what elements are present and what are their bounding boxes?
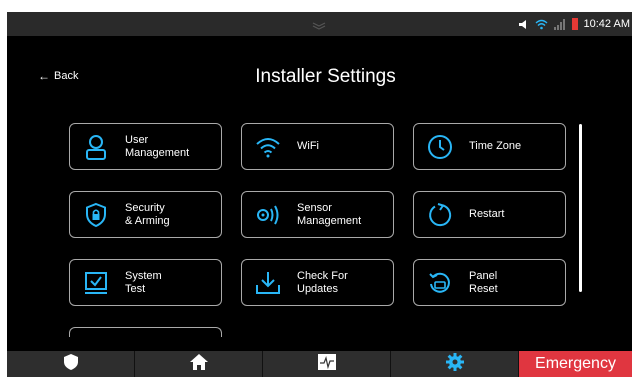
system-test-icon: [83, 270, 109, 296]
volume-icon: [518, 19, 529, 30]
wifi-icon: [535, 19, 548, 30]
tile-check-for-updates[interactable]: Check For Updates: [241, 259, 394, 306]
tile-label: Check For Updates: [297, 269, 348, 295]
nav-home-button[interactable]: [135, 351, 263, 377]
tile-label: Time Zone: [469, 140, 522, 152]
activity-icon: [317, 353, 336, 375]
nav-security-button[interactable]: [7, 351, 135, 377]
page-title: Installer Settings: [7, 66, 632, 88]
tile-label: Panel Reset: [469, 269, 498, 295]
tile-wifi[interactable]: WiFi: [241, 123, 394, 170]
nav-settings-button[interactable]: [391, 351, 519, 377]
panel-reset-icon: [427, 270, 453, 296]
emergency-button[interactable]: Emergency: [519, 351, 632, 377]
tile-user-management[interactable]: User Management: [69, 123, 222, 170]
download-icon: [255, 270, 281, 296]
status-indicators: 10:42 AM: [518, 17, 630, 31]
nav-activity-button[interactable]: [263, 351, 391, 377]
restart-icon: [427, 202, 453, 228]
tile-label: Restart: [469, 208, 505, 220]
tile-sensor-management[interactable]: Sensor Management: [241, 191, 394, 238]
user-icon: [83, 134, 109, 160]
page-title-text: Installer Settings: [255, 66, 396, 87]
tile-system-test[interactable]: System Test: [69, 259, 222, 306]
tile-label: Security & Arming: [125, 201, 170, 227]
status-bar: 10:42 AM: [7, 12, 632, 36]
sensor-icon: [255, 202, 281, 228]
bottom-nav: Emergency: [7, 351, 632, 377]
chevron-down-icon[interactable]: [311, 18, 327, 36]
tile-label: Sensor Management: [297, 201, 362, 227]
tile-label: WiFi: [297, 140, 319, 152]
tile-panel-reset[interactable]: Panel Reset: [413, 259, 566, 306]
tile-partial[interactable]: [69, 327, 222, 337]
tile-restart[interactable]: Restart: [413, 191, 566, 238]
screen: 10:42 AM ← Back Installer Settings User …: [7, 12, 632, 377]
wifi-icon: [255, 134, 281, 160]
shield-icon: [63, 353, 78, 375]
battery-low-icon: [571, 18, 578, 30]
gear-icon: [445, 352, 464, 376]
status-time: 10:42 AM: [583, 18, 630, 30]
tile-time-zone[interactable]: Time Zone: [413, 123, 566, 170]
home-icon: [189, 353, 208, 375]
emergency-label: Emergency: [535, 355, 616, 372]
tile-label: System Test: [125, 269, 162, 295]
signal-icon: [553, 18, 566, 30]
tile-label: User Management: [125, 133, 190, 159]
clock-icon: [427, 134, 453, 160]
tile-security-arming[interactable]: Security & Arming: [69, 191, 222, 238]
scrollbar[interactable]: [579, 124, 582, 292]
shield-lock-icon: [83, 202, 109, 228]
